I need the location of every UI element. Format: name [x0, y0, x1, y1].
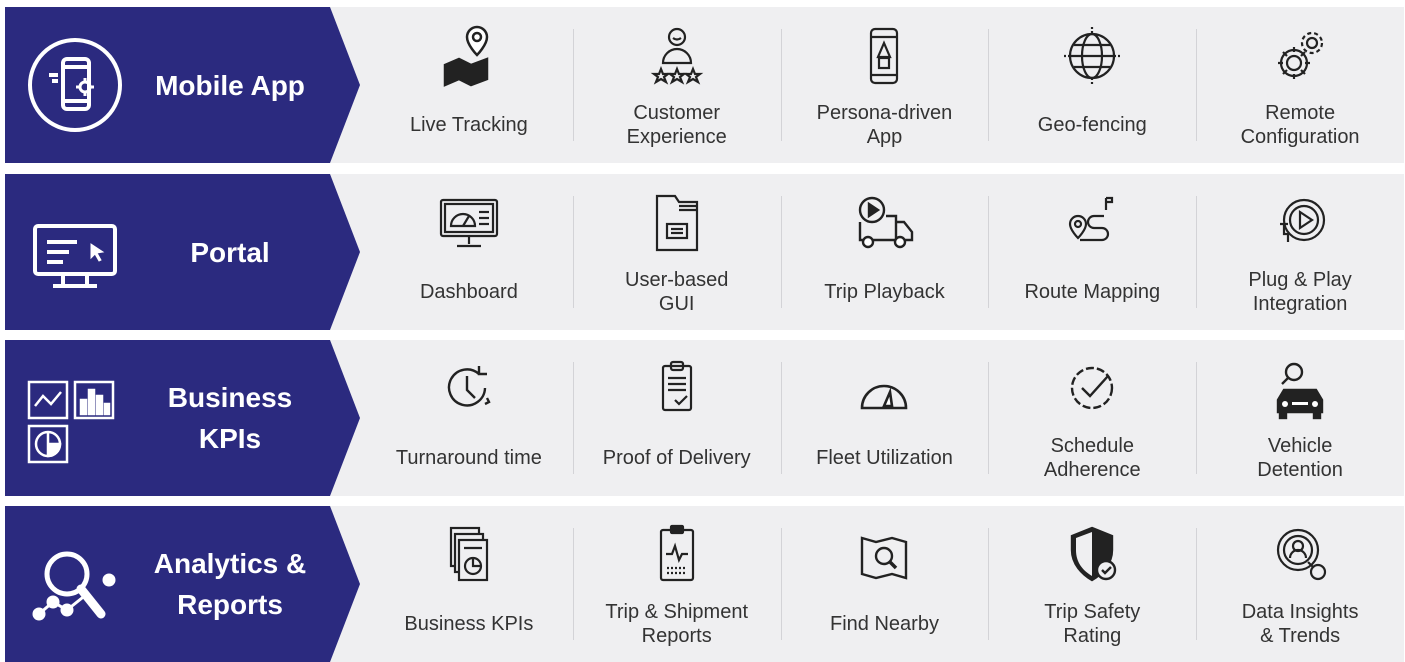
feature-cell-turnaround-time: Turnaround time: [365, 340, 573, 496]
feature-label: User-based GUI: [625, 269, 729, 315]
feature-cell-business-kpis: Business KPIs: [365, 506, 573, 662]
feature-label: Plug & Play Integration: [1248, 269, 1352, 315]
map-pin-icon: [439, 25, 499, 87]
feature-row-analytics-reports: Analytics & Reports Business KPIs Trip &…: [5, 506, 1404, 662]
feature-label: Find Nearby: [830, 613, 939, 635]
feature-row-mobile-app: Mobile App Live Tracking Customer Experi…: [5, 7, 1404, 163]
truck-play-icon: [854, 192, 914, 254]
speedometer-icon: [854, 358, 914, 420]
map-search-icon: [854, 524, 914, 586]
feature-label: Proof of Delivery: [602, 447, 751, 469]
feature-cell-customer-experience: Customer Experience: [572, 7, 781, 163]
monitor-cursor-icon: [25, 202, 125, 302]
feature-cell-trip-shipment-reports: Trip & Shipment Reports: [572, 506, 781, 662]
feature-label: Trip Playback: [824, 281, 945, 303]
clipboard-graph-icon: [647, 524, 707, 586]
feature-label: Live Tracking: [409, 114, 528, 136]
row-title: Analytics & Reports: [153, 548, 307, 620]
feature-cell-dashboard: Dashboard: [365, 174, 573, 330]
insights-search-icon: [1270, 524, 1330, 586]
report-pie-icon: [439, 524, 499, 586]
feature-cell-schedule-adherence: Schedule Adherence: [988, 340, 1196, 496]
feature-cell-vehicle-detention: Vehicle Detention: [1196, 340, 1404, 496]
row-title: Business KPIs: [167, 382, 293, 454]
feature-label: Customer Experience: [626, 102, 727, 148]
feature-cell-trip-safety-rating: Trip Safety Rating: [988, 506, 1196, 662]
clock-check-icon: [1062, 358, 1122, 420]
feature-label: Persona-driven App: [816, 102, 953, 148]
feature-grid: Mobile App Live Tracking Customer Experi…: [0, 0, 1405, 662]
feature-cell-user-based-gui: User-based GUI: [572, 174, 781, 330]
feature-label: Trip Safety Rating: [1044, 601, 1141, 647]
feature-row-portal: Portal Dashboard User-based GUI Trip Pla…: [5, 174, 1404, 330]
clock-arrow-icon: [439, 358, 499, 420]
feature-label: Remote Configuration: [1240, 102, 1360, 148]
car-search-icon: [1270, 358, 1330, 420]
feature-label: Fleet Utilization: [816, 447, 953, 469]
row-banner: Analytics & Reports: [5, 506, 360, 662]
route-icon: [1062, 192, 1122, 254]
feature-cell-persona-driven-app: Persona-driven App: [780, 7, 989, 163]
globe-fence-icon: [1062, 25, 1122, 87]
feature-row-business-kpis: Business KPIs Turnaround time Proof of D…: [5, 340, 1404, 496]
feature-cell-geo-fencing: Geo-fencing: [988, 7, 1196, 163]
row-title: Mobile App: [155, 69, 305, 101]
row-title: Portal: [190, 236, 270, 268]
feature-label: Business KPIs: [404, 613, 534, 635]
feature-cell-route-mapping: Route Mapping: [988, 174, 1196, 330]
plug-play-icon: [1270, 192, 1330, 254]
feature-cell-remote-configuration: Remote Configuration: [1196, 7, 1404, 163]
customer-rating-icon: [647, 25, 707, 87]
feature-cell-fleet-utilization: Fleet Utilization: [780, 340, 989, 496]
feature-label: Schedule Adherence: [1043, 435, 1141, 481]
folder-gui-icon: [647, 192, 707, 254]
feature-label: Vehicle Detention: [1257, 435, 1343, 481]
magnifier-analytics-icon: [25, 534, 125, 634]
feature-label: Dashboard: [419, 281, 518, 303]
feature-cell-data-insights-trends: Data Insights & Trends: [1196, 506, 1404, 662]
phone-persona-icon: [854, 25, 914, 87]
mobile-settings-icon: [25, 35, 125, 135]
row-banner: Business KPIs: [5, 340, 360, 496]
feature-label: Turnaround time: [395, 447, 542, 469]
shield-check-icon: [1062, 524, 1122, 586]
feature-cell-live-tracking: Live Tracking: [365, 7, 573, 163]
gears-icon: [1270, 25, 1330, 87]
row-banner: Portal: [5, 174, 360, 330]
dashboard-monitor-icon: [439, 192, 499, 254]
feature-cell-plug-play-integration: Plug & Play Integration: [1196, 174, 1404, 330]
feature-label: Data Insights & Trends: [1241, 601, 1359, 647]
feature-cell-trip-playback: Trip Playback: [780, 174, 989, 330]
clipboard-check-icon: [647, 358, 707, 420]
row-banner: Mobile App: [5, 7, 360, 163]
feature-label: Route Mapping: [1024, 281, 1161, 303]
kpi-charts-icon: [25, 378, 125, 478]
feature-cell-proof-of-delivery: Proof of Delivery: [572, 340, 781, 496]
feature-cell-find-nearby: Find Nearby: [780, 506, 989, 662]
feature-label: Geo-fencing: [1037, 114, 1147, 136]
feature-label: Trip & Shipment Reports: [605, 601, 749, 647]
